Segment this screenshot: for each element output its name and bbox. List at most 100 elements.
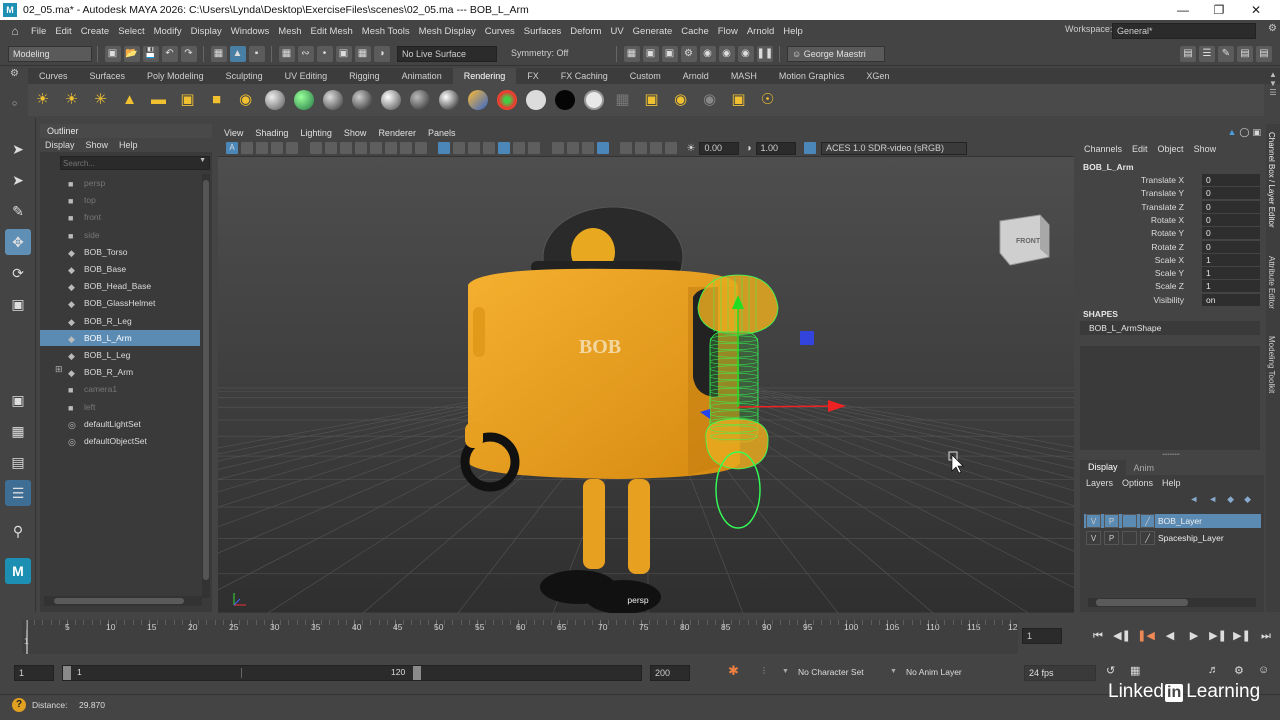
channel-row[interactable]: Rotate Y 0 (1078, 227, 1260, 240)
menu-curves[interactable]: Curves (485, 26, 515, 37)
viewport-menu-lighting[interactable]: Lighting (300, 128, 332, 138)
two-view-layout-icon[interactable]: ▤ (5, 449, 31, 475)
channel-value[interactable]: 1 (1202, 253, 1260, 266)
phong-sphere-icon[interactable] (322, 90, 343, 110)
play-forward-icon[interactable]: ▶ (1185, 627, 1203, 645)
go-to-start-icon[interactable]: ⏮ (1089, 627, 1107, 645)
menu-cache[interactable]: Cache (681, 26, 708, 37)
layer-menu-help[interactable]: Help (1162, 478, 1181, 488)
channel-row[interactable]: Scale X 1 (1078, 253, 1260, 267)
outliner-item[interactable]: ◆ BOB_L_Leg (40, 347, 200, 363)
channel-row[interactable]: Translate Y 0 (1078, 187, 1260, 200)
viewport-scene[interactable]: BOB FRONT persp (218, 157, 1074, 613)
user-account-dropdown[interactable]: ☺ George Maestri (787, 45, 885, 62)
shelf-tab-animation[interactable]: Animation (391, 68, 453, 84)
step-back-key-icon[interactable]: ◀❚ (1113, 627, 1131, 645)
default-material-icon[interactable] (468, 142, 480, 154)
channel-row[interactable]: Rotate Z 0 (1078, 240, 1260, 254)
shelf-tab-fx[interactable]: FX (516, 68, 550, 84)
scale-tool-icon[interactable]: ▣ (5, 291, 31, 317)
outliner-menu-display[interactable]: Display (45, 140, 75, 150)
new-scene-icon[interactable]: ▣ (104, 45, 121, 62)
play-backward-icon[interactable]: ◀ (1161, 627, 1179, 645)
fps-dropdown[interactable]: 24 fps (1024, 665, 1096, 681)
channel-value[interactable]: 0 (1202, 187, 1260, 200)
shelf-tab-custom[interactable]: Custom (619, 68, 672, 84)
menu-edit[interactable]: Edit (55, 26, 71, 37)
menu-mesh[interactable]: Mesh (278, 26, 301, 37)
menu-mesh-tools[interactable]: Mesh Tools (362, 26, 410, 37)
volume-light-icon[interactable]: ▣ (176, 88, 200, 112)
outliner-item[interactable]: ◆ BOB_GlassHelmet (40, 295, 200, 311)
expand-icon[interactable]: ⊞ (55, 364, 63, 375)
shelf-tab-rendering[interactable]: Rendering (452, 68, 517, 84)
preferences-icon[interactable]: ⚙ (1234, 664, 1244, 677)
blinn-sphere-icon[interactable] (293, 90, 314, 110)
symmetry-dropdown[interactable]: Symmetry: Off (507, 45, 611, 62)
shelf-tab-poly-modeling[interactable]: Poly Modeling (136, 68, 215, 84)
menu-create[interactable]: Create (81, 26, 110, 37)
range-slider[interactable]: 1 120 (62, 665, 642, 681)
live-surface-field[interactable]: No Live Surface (397, 45, 497, 62)
snap-view-icon[interactable]: ▣ (335, 45, 352, 62)
panel-splitter[interactable]: •••••••••• (1078, 452, 1264, 458)
sidetab-attribute-editor[interactable]: Attribute Editor (1267, 256, 1276, 309)
outliner-item[interactable]: ■ camera1 (40, 381, 200, 397)
menu-edit-mesh[interactable]: Edit Mesh (311, 26, 353, 37)
menu-uv[interactable]: UV (610, 26, 623, 37)
outliner-item[interactable]: ■ left (40, 399, 200, 415)
current-frame-field[interactable]: 1 (1022, 628, 1062, 644)
arnold-render-icon[interactable]: ◉ (718, 45, 735, 62)
undo-icon[interactable]: ↶ (161, 45, 178, 62)
tab-anim[interactable]: Anim (1126, 463, 1163, 473)
channel-value[interactable]: 0 (1202, 174, 1260, 186)
channelbox-attr-icon[interactable]: ▣ (1252, 127, 1261, 138)
character-icon[interactable]: ☺ (1258, 664, 1269, 676)
ambient-light-icon[interactable]: ✳ (89, 88, 113, 112)
shelf-tab-motion-graphics[interactable]: Motion Graphics (768, 68, 856, 84)
snap-curve-icon[interactable]: ∾ (297, 45, 314, 62)
anim-layer-chevron-icon[interactable]: ▼ (890, 668, 897, 675)
film-gate-icon[interactable] (339, 142, 352, 154)
snap-surface-icon[interactable]: ▦ (354, 45, 371, 62)
menu-display[interactable]: Display (191, 26, 222, 37)
shelf-tab-mash[interactable]: MASH (720, 68, 768, 84)
channelbox-layer-icon[interactable]: ◯ (1239, 127, 1249, 138)
outliner-item[interactable]: ◆ BOB_L_Arm (40, 329, 200, 346)
safe-title-icon[interactable] (414, 142, 427, 154)
exposure-field[interactable]: 0.00 (699, 141, 740, 155)
outliner-item[interactable]: ◆ BOB_Torso (40, 244, 200, 260)
redo-icon[interactable]: ↷ (180, 45, 197, 62)
menu-mesh-display[interactable]: Mesh Display (419, 26, 476, 37)
outliner-item[interactable]: ■ front (40, 209, 200, 225)
snap-grid-icon[interactable]: ▦ (278, 45, 295, 62)
outliner-search[interactable]: ▼ (60, 156, 210, 170)
viewport-menu-view[interactable]: View (224, 128, 243, 138)
viewport-menu-show[interactable]: Show (344, 128, 367, 138)
layer-row[interactable]: V P ╱ BOB_Layer (1084, 514, 1261, 528)
select-component-icon[interactable]: ▪ (248, 45, 265, 62)
character-set-chevron-icon[interactable]: ▼ (782, 668, 789, 675)
shelf-tab-arnold[interactable]: Arnold (672, 68, 720, 84)
grid-icon[interactable] (324, 142, 337, 154)
tab-display[interactable]: Display (1080, 460, 1126, 475)
help-icon[interactable]: ? (12, 698, 26, 712)
grease-pencil-icon[interactable] (309, 142, 322, 154)
outliner-item[interactable]: ◆ BOB_R_Arm (40, 364, 200, 380)
viewport-menu-panels[interactable]: Panels (428, 128, 456, 138)
shelf-tab-sculpting[interactable]: Sculpting (215, 68, 274, 84)
render-view-shelf-icon[interactable]: ☉ (756, 88, 780, 112)
select-tool-icon[interactable]: ➤ (5, 136, 31, 162)
black-shader-icon[interactable] (554, 90, 575, 110)
shelf-scroll[interactable]: ▲ ▼ ☰ (1266, 70, 1280, 118)
channelbox-menu-object[interactable]: Object (1158, 144, 1184, 154)
new-layer-selected-icon[interactable]: ◆ (1244, 494, 1251, 505)
shelf-tab-rigging[interactable]: Rigging (338, 68, 391, 84)
move-layer-down-icon[interactable]: ◄ (1208, 494, 1217, 504)
modeling-toolkit-icon[interactable]: ▤ (1180, 45, 1196, 62)
step-back-frame-icon[interactable]: ❚◀ (1137, 627, 1155, 645)
field-chart-icon[interactable] (384, 142, 397, 154)
maximize-button[interactable]: ❐ (1201, 0, 1237, 20)
layer-type-toggle[interactable] (1122, 531, 1137, 545)
xray-components-icon[interactable] (665, 142, 677, 154)
